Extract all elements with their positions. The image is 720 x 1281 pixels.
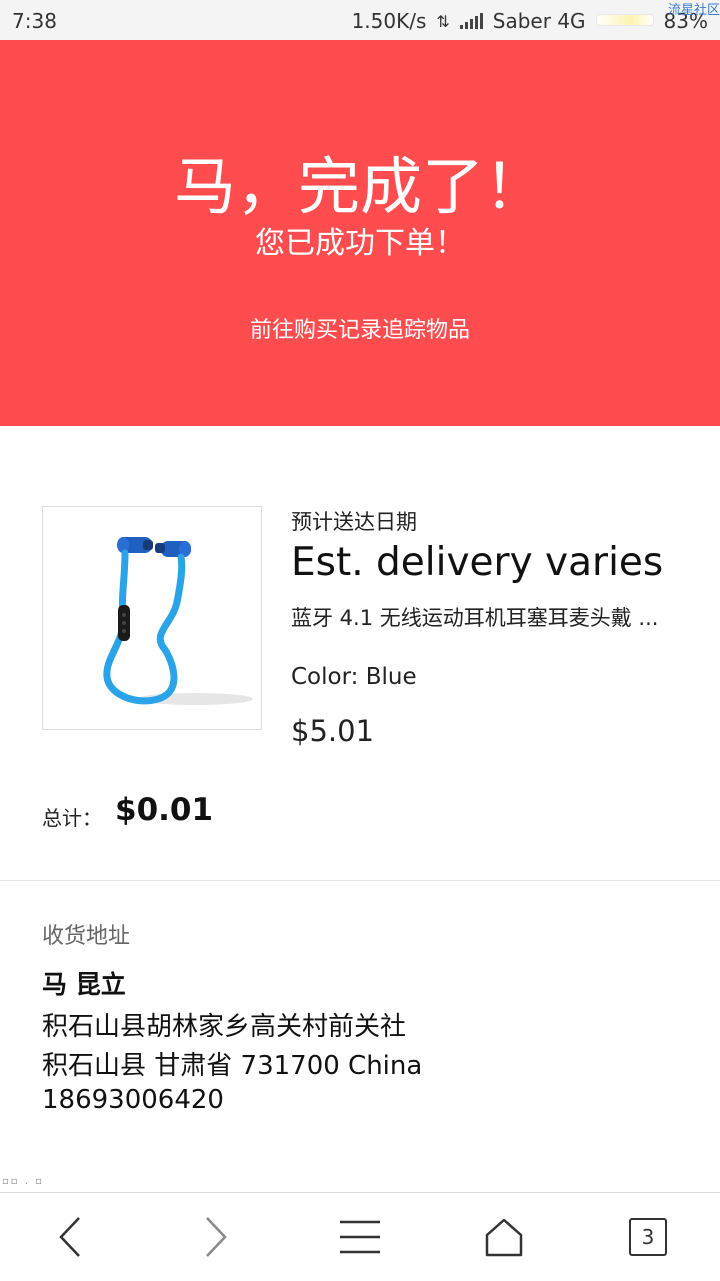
signal-icon (459, 13, 483, 29)
status-time: 7:38 (12, 9, 57, 33)
status-bar: 7:38 1.50K/s ⇅ Saber 4G 83% 流星社区 (0, 0, 720, 40)
battery-icon (595, 14, 654, 26)
page-indicator-icon: ▫▫ . ▫ (2, 1176, 44, 1187)
data-transfer-icon: ⇅ (436, 11, 450, 31)
tabs-button[interactable]: 3 (618, 1211, 678, 1263)
address-line-2: 积石山县 甘肃省 731700 China (42, 1051, 423, 1081)
tabs-count: 3 (641, 1225, 655, 1249)
delivery-estimate: Est. delivery varies (291, 540, 664, 585)
confirmation-title: 马，完成了！ (173, 150, 546, 223)
home-icon (485, 1218, 523, 1257)
product-color: Color: Blue (291, 664, 417, 690)
address-line-1: 积石山县胡林家乡高关村前关社 (42, 1012, 407, 1042)
track-purchase-link[interactable]: 前往购买记录追踪物品 (0, 312, 720, 344)
watermark: 流星社区 (667, 3, 720, 18)
forward-button[interactable] (186, 1211, 246, 1263)
tabs-icon: 3 (629, 1218, 667, 1256)
menu-icon (340, 1220, 380, 1254)
order-confirmation-banner: 马，完成了！ 您已成功下单！ 前往购买记录追踪物品 (0, 40, 720, 426)
bluetooth-earphones-image (55, 521, 253, 715)
total-value: $0.01 (115, 792, 214, 828)
phone-number: 18693006420 (42, 1085, 224, 1115)
delivery-label: 预计送达日期 (291, 510, 417, 534)
product-title[interactable]: 蓝牙 4.1 无线运动耳机耳塞耳麦头戴 ... (291, 604, 691, 632)
divider (0, 880, 720, 881)
recipient-name: 马 昆立 (42, 970, 126, 999)
status-right: 1.50K/s ⇅ Saber 4G 83% (352, 9, 708, 33)
back-icon (59, 1217, 80, 1257)
home-button[interactable] (474, 1211, 534, 1263)
forward-icon (206, 1217, 227, 1257)
confirmation-subtitle: 您已成功下单！ (255, 226, 465, 261)
product-image[interactable] (42, 506, 262, 730)
carrier-name: Saber 4G (492, 9, 586, 33)
total-label: 总计： (42, 806, 102, 830)
product-price: $5.01 (291, 714, 375, 748)
back-button[interactable] (40, 1211, 100, 1263)
network-speed: 1.50K/s (351, 9, 427, 33)
browser-toolbar: 3 (0, 1192, 720, 1281)
shipping-address-heading: 收货地址 (42, 924, 131, 949)
menu-button[interactable] (330, 1211, 390, 1263)
